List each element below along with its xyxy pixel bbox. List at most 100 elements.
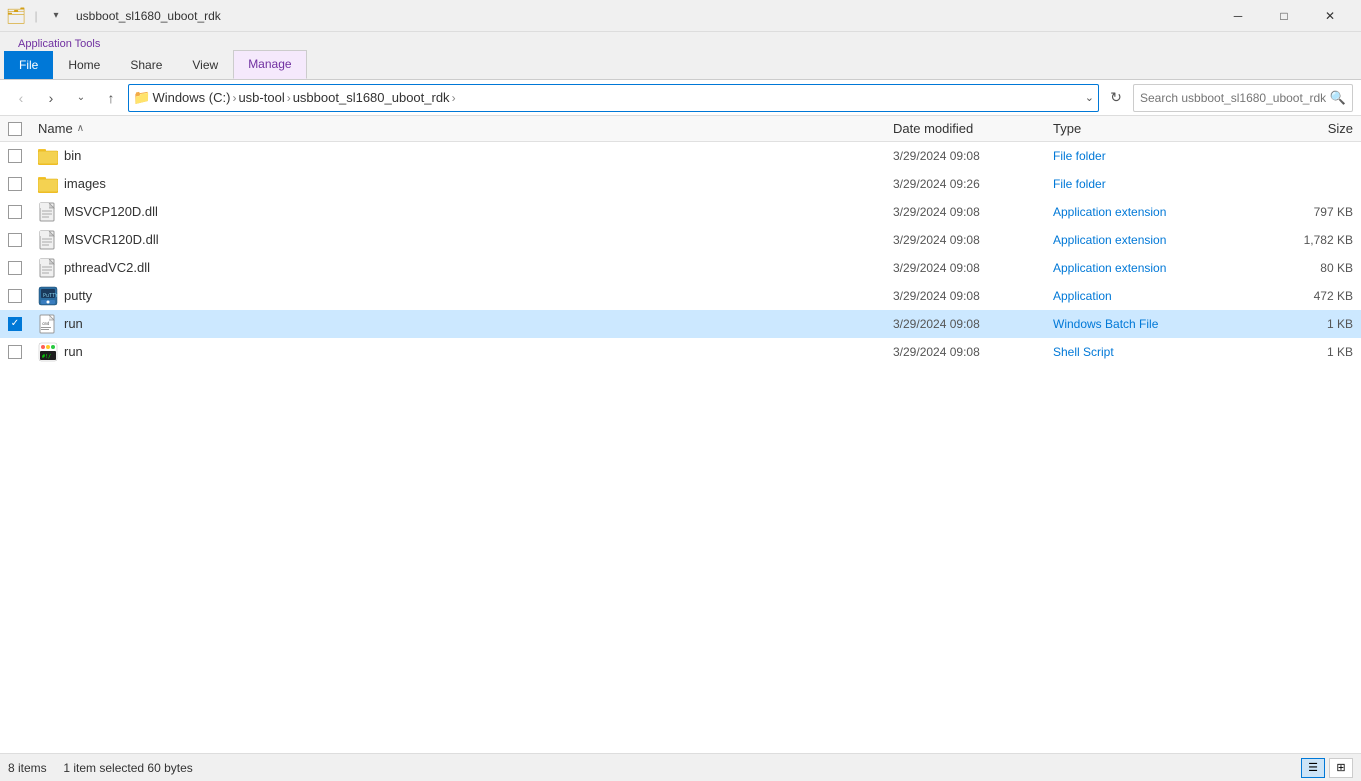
header-check[interactable] [8, 122, 38, 136]
details-view-button[interactable]: ☰ [1301, 758, 1325, 778]
maximize-button[interactable]: □ [1261, 0, 1307, 32]
row-checkbox-col [8, 177, 38, 191]
ribbon: Application Tools File Home Share View M… [0, 32, 1361, 80]
qat-icon-1[interactable]: 🗂 [8, 8, 24, 24]
forward-button[interactable]: › [38, 85, 64, 111]
file-name: pthreadVC2.dll [64, 260, 150, 275]
file-icon [38, 202, 58, 222]
row-checkbox-col [8, 205, 38, 219]
title-bar-controls: ─ □ ✕ [1215, 0, 1353, 32]
ribbon-tabs: File Home Share View Manage [0, 50, 1361, 79]
file-icon: PuTTY [38, 286, 58, 306]
row-date: 3/29/2024 09:08 [893, 149, 1053, 163]
large-icons-view-button[interactable]: ⊞ [1329, 758, 1353, 778]
tab-view[interactable]: View [177, 51, 233, 79]
title-bar: 🗂 | ▾ usbboot_sl1680_uboot_rdk ─ □ ✕ [0, 0, 1361, 32]
table-row[interactable]: MSVCR120D.dll 3/29/2024 09:08 Applicatio… [0, 226, 1361, 254]
file-name: MSVCR120D.dll [64, 232, 159, 247]
file-name: run [64, 316, 83, 331]
item-count-text: 8 items [8, 761, 47, 775]
address-sep-2: › [287, 91, 291, 105]
address-part-2: usb-tool › [238, 90, 290, 105]
search-input[interactable] [1140, 91, 1326, 105]
file-list-header: Name ∧ Date modified Type Size [0, 116, 1361, 142]
row-type: Shell Script [1053, 345, 1253, 359]
status-bar-right: ☰ ⊞ [1301, 758, 1353, 778]
row-size: 797 KB [1253, 205, 1353, 219]
row-checkbox[interactable] [8, 205, 22, 219]
svg-text:PuTTY: PuTTY [43, 293, 58, 299]
status-item-count: 8 items 1 item selected 60 bytes [8, 761, 193, 775]
row-type: File folder [1053, 149, 1253, 163]
title-bar-left: 🗂 | ▾ usbboot_sl1680_uboot_rdk [8, 8, 221, 24]
row-name-col: bin [38, 146, 893, 166]
row-checkbox[interactable] [8, 345, 22, 359]
row-checkbox[interactable] [8, 177, 22, 191]
header-name-label: Name [38, 121, 73, 136]
row-type: Application extension [1053, 233, 1253, 247]
file-icon [38, 146, 58, 166]
qat-dropdown[interactable]: ▾ [48, 8, 64, 24]
row-size: 1 KB [1253, 317, 1353, 331]
minimize-button[interactable]: ─ [1215, 0, 1261, 32]
address-sep-1: › [232, 91, 236, 105]
row-date: 3/29/2024 09:08 [893, 233, 1053, 247]
row-checkbox-col [8, 261, 38, 275]
row-name-col: MSVCP120D.dll [38, 202, 893, 222]
header-size[interactable]: Size [1253, 121, 1353, 136]
row-checkbox[interactable] [8, 149, 22, 163]
header-date[interactable]: Date modified [893, 121, 1053, 136]
close-button[interactable]: ✕ [1307, 0, 1353, 32]
row-name-col: pthreadVC2.dll [38, 258, 893, 278]
address-usbtool: usb-tool [238, 90, 284, 105]
address-bar-area: ‹ › ⌄ ↑ 📁 Windows (C:) › usb-tool › usbb… [0, 80, 1361, 116]
tab-share[interactable]: Share [115, 51, 177, 79]
table-row[interactable]: MSVCP120D.dll 3/29/2024 09:08 Applicatio… [0, 198, 1361, 226]
header-type[interactable]: Type [1053, 121, 1253, 136]
file-icon: cmd [38, 314, 58, 334]
select-all-checkbox[interactable] [8, 122, 22, 136]
row-size: 1,782 KB [1253, 233, 1353, 247]
table-row[interactable]: images 3/29/2024 09:26 File folder [0, 170, 1361, 198]
row-date: 3/29/2024 09:08 [893, 345, 1053, 359]
tab-manage[interactable]: Manage [233, 50, 306, 79]
table-row[interactable]: PuTTY putty 3/29/2024 09:08 Application … [0, 282, 1361, 310]
tab-file[interactable]: File [4, 51, 53, 79]
address-sep-3: › [452, 91, 456, 105]
address-windows: Windows (C:) [152, 90, 230, 105]
row-checkbox[interactable] [8, 289, 22, 303]
window-title: usbboot_sl1680_uboot_rdk [76, 9, 221, 23]
file-icon [38, 258, 58, 278]
search-bar: 🔍 [1133, 84, 1353, 112]
search-icon: 🔍 [1330, 90, 1346, 106]
row-type: Application extension [1053, 205, 1253, 219]
header-name[interactable]: Name ∧ [38, 121, 893, 136]
address-current: usbboot_sl1680_uboot_rdk [293, 90, 450, 105]
recent-button[interactable]: ⌄ [68, 85, 94, 111]
table-row[interactable]: #!/ run 3/29/2024 09:08 Shell Script 1 K… [0, 338, 1361, 366]
file-name: MSVCP120D.dll [64, 204, 158, 219]
row-name-col: MSVCR120D.dll [38, 230, 893, 250]
file-icon: #!/ [38, 342, 58, 362]
refresh-button[interactable]: ↻ [1103, 85, 1129, 111]
address-dropdown-btn[interactable]: ⌄ [1085, 91, 1094, 104]
back-button[interactable]: ‹ [8, 85, 34, 111]
address-bar[interactable]: 📁 Windows (C:) › usb-tool › usbboot_sl16… [128, 84, 1099, 112]
table-row[interactable]: bin 3/29/2024 09:08 File folder [0, 142, 1361, 170]
svg-text:#!/: #!/ [42, 354, 51, 360]
table-row[interactable]: pthreadVC2.dll 3/29/2024 09:08 Applicati… [0, 254, 1361, 282]
row-checkbox[interactable]: ✓ [8, 317, 22, 331]
row-name-col: PuTTY putty [38, 286, 893, 306]
selected-info-text: 1 item selected 60 bytes [63, 761, 192, 775]
row-size: 472 KB [1253, 289, 1353, 303]
up-button[interactable]: ↑ [98, 85, 124, 111]
qat-separator: | [28, 8, 44, 24]
table-row[interactable]: ✓ cmd run 3/29/2024 09:08 Windows Batch … [0, 310, 1361, 338]
row-checkbox[interactable] [8, 261, 22, 275]
row-date: 3/29/2024 09:26 [893, 177, 1053, 191]
row-date: 3/29/2024 09:08 [893, 205, 1053, 219]
application-tools-label: Application Tools [4, 38, 114, 50]
file-icon [38, 230, 58, 250]
row-checkbox[interactable] [8, 233, 22, 247]
tab-home[interactable]: Home [53, 51, 115, 79]
